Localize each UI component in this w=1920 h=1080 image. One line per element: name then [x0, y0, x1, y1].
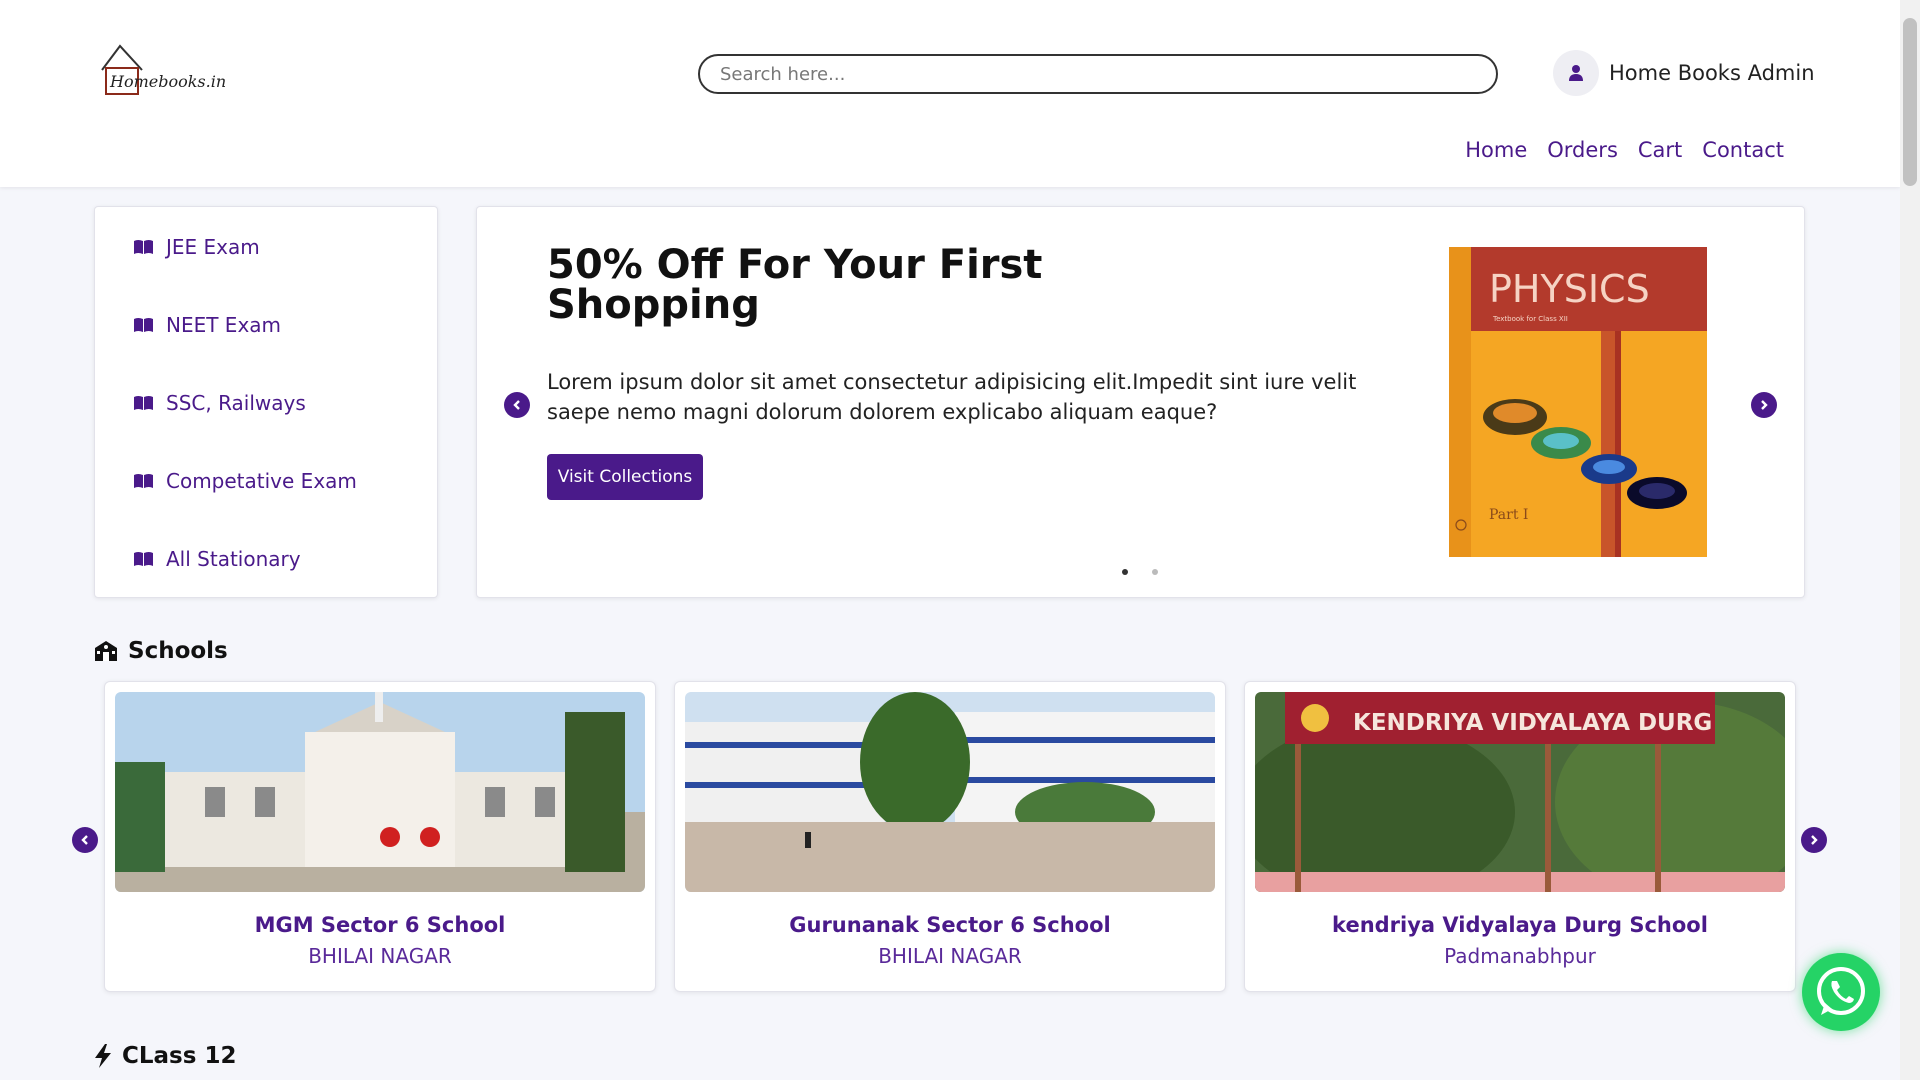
pagination-dot-2[interactable]: [1152, 569, 1158, 575]
user-menu[interactable]: Home Books Admin: [1553, 50, 1815, 96]
hero-next-button[interactable]: [1751, 392, 1777, 418]
school-image: [685, 692, 1215, 892]
school-location: Padmanabhpur: [1444, 944, 1596, 968]
nav-home[interactable]: Home: [1465, 138, 1527, 162]
category-label: NEET Exam: [166, 313, 282, 337]
school-image: KENDRIYA VIDYALAYA DURG: [1255, 692, 1785, 892]
hero-prev-button[interactable]: [504, 392, 530, 418]
category-label: SSC, Railways: [166, 391, 306, 415]
school-sign-text: KENDRIYA VIDYALAYA DURG: [1353, 710, 1712, 736]
book-part: Part I: [1489, 507, 1528, 523]
user-name: Home Books Admin: [1609, 61, 1815, 85]
school-card[interactable]: KENDRIYA VIDYALAYA DURG kendriya Vidyala…: [1244, 681, 1796, 992]
school-name: Gurunanak Sector 6 School: [789, 913, 1111, 937]
book-icon: [134, 552, 153, 566]
nav-cart[interactable]: Cart: [1638, 138, 1682, 162]
chevron-left-icon: [513, 400, 520, 410]
user-avatar: [1553, 50, 1599, 96]
hero-title: 50% Off For Your First Shopping: [547, 242, 1043, 328]
school-location: BHILAI NAGAR: [878, 944, 1022, 968]
schools-prev-button[interactable]: [72, 827, 98, 853]
class12-heading-text: CLass 12: [122, 1043, 237, 1069]
school-location: BHILAI NAGAR: [308, 944, 452, 968]
nav-orders[interactable]: Orders: [1547, 138, 1618, 162]
category-neet-exam[interactable]: NEET Exam: [133, 313, 281, 337]
category-all-stationary[interactable]: All Stationary: [133, 547, 301, 571]
category-jee-exam[interactable]: JEE Exam: [133, 235, 260, 259]
schools-heading: Schools: [94, 638, 228, 664]
hero-pagination: [1122, 569, 1158, 575]
site-logo[interactable]: Homebooks.in: [98, 40, 226, 100]
pagination-dot-1[interactable]: [1122, 569, 1128, 575]
logo-text: Homebooks.in: [110, 72, 227, 91]
school-image: [115, 692, 645, 892]
book-icon: [134, 396, 153, 410]
lightning-icon: [95, 1044, 111, 1068]
schools-next-button[interactable]: [1801, 827, 1827, 853]
category-label: All Stationary: [166, 547, 301, 571]
whatsapp-icon: [1817, 967, 1865, 1015]
school-name: kendriya Vidyalaya Durg School: [1332, 913, 1708, 937]
category-competative-exam[interactable]: Competative Exam: [133, 469, 357, 493]
book-icon: [134, 240, 153, 254]
category-ssc-railways[interactable]: SSC, Railways: [133, 391, 306, 415]
book-subtitle: Textbook for Class XII: [1492, 315, 1568, 323]
whatsapp-button[interactable]: [1802, 953, 1880, 1031]
book-icon: [134, 318, 153, 332]
book-icon: [134, 474, 153, 488]
site-header: Homebooks.in Home Books Admin Home Order…: [0, 0, 1900, 187]
category-label: Competative Exam: [166, 469, 357, 493]
school-card[interactable]: Gurunanak Sector 6 School BHILAI NAGAR: [674, 681, 1226, 992]
main-nav: Home Orders Cart Contact: [1465, 138, 1784, 162]
school-icon: [95, 641, 117, 661]
hero-text: Lorem ipsum dolor sit amet consectetur a…: [547, 370, 1357, 424]
chevron-left-icon: [81, 835, 88, 845]
chevron-right-icon: [1761, 400, 1768, 410]
page-scrollbar[interactable]: [1900, 0, 1920, 1080]
school-name: MGM Sector 6 School: [254, 913, 506, 937]
category-sidebar: JEE Exam NEET Exam SSC, Railways Competa…: [94, 206, 438, 598]
schools-heading-text: Schools: [128, 638, 228, 664]
nav-contact[interactable]: Contact: [1702, 138, 1784, 162]
chevron-right-icon: [1811, 835, 1818, 845]
book-title: PHYSICS: [1489, 267, 1650, 311]
visit-collections-button[interactable]: Visit Collections: [547, 454, 703, 500]
scrollbar-thumb[interactable]: [1903, 18, 1917, 186]
physics-book-image: PHYSICS Textbook for Class XII Part I: [1449, 247, 1707, 557]
school-card[interactable]: MGM Sector 6 School BHILAI NAGAR: [104, 681, 656, 992]
hero-carousel: 50% Off For Your First Shopping Lorem ip…: [476, 206, 1805, 598]
category-label: JEE Exam: [166, 235, 260, 259]
class12-heading: CLass 12: [94, 1043, 236, 1069]
user-icon: [1569, 65, 1583, 81]
search-input[interactable]: [698, 54, 1498, 94]
